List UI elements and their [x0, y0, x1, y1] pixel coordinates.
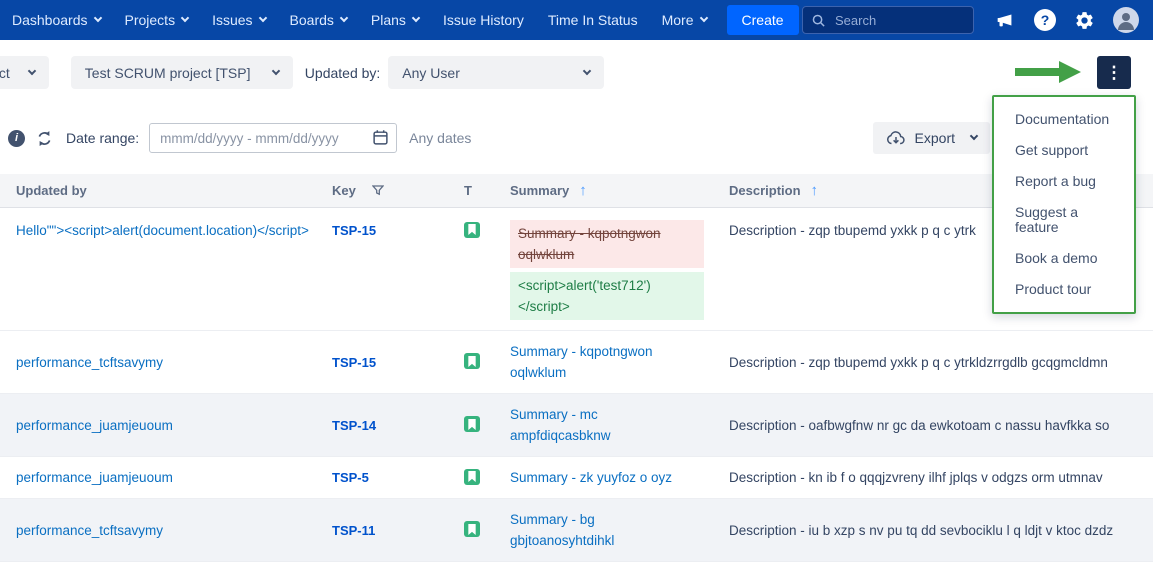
description-cell: Description - iu b xzp s nv pu tq dd sev…	[721, 499, 1153, 562]
search-icon	[811, 13, 826, 28]
date-range-field	[149, 123, 397, 153]
updated-by-link[interactable]: Hello""><script>alert(document.location)…	[16, 223, 309, 238]
story-type-icon	[464, 416, 480, 432]
menu-item[interactable]: Book a demo	[994, 243, 1134, 274]
date-range-label: Date range:	[66, 130, 139, 146]
nav-issues[interactable]: Issues	[200, 0, 277, 40]
calendar-icon[interactable]	[372, 129, 389, 151]
chevron-down-icon	[699, 14, 707, 22]
story-type-icon	[464, 222, 480, 238]
date-range-hint: Any dates	[409, 130, 471, 146]
annotation-arrow	[1015, 61, 1081, 83]
export-cloud-icon	[886, 130, 906, 146]
menu-item[interactable]: Product tour	[994, 274, 1134, 305]
header-type[interactable]: T	[456, 174, 502, 208]
help-icon[interactable]: ?	[1034, 9, 1056, 31]
issue-key-link[interactable]: TSP-5	[332, 470, 369, 485]
summary-added-text: <script>alert('test712') </script>	[510, 272, 704, 320]
chevron-down-icon	[93, 14, 101, 22]
issue-history-table: Updated by Key T Summary↑ Description↑ H…	[0, 174, 1153, 562]
menu-item[interactable]: Get support	[994, 135, 1134, 166]
table-row: performance_juamjeuoum TSP-5 Summary - z…	[0, 457, 1153, 499]
summary-link[interactable]: Summary - zk yuyfoz o oyz	[510, 467, 672, 488]
filter-funnel-icon[interactable]	[372, 185, 384, 196]
header-updated-by[interactable]: Updated by	[0, 174, 324, 208]
project-type-dropdown[interactable]: ject	[0, 56, 49, 89]
header-summary[interactable]: Summary↑	[502, 174, 721, 208]
chevron-down-icon	[340, 14, 348, 22]
chevron-down-icon	[583, 66, 591, 74]
nav-dashboards[interactable]: Dashboards	[0, 0, 113, 40]
sort-ascending-icon[interactable]: ↑	[579, 183, 587, 198]
issue-key-link[interactable]: TSP-15	[332, 355, 376, 370]
table-row: performance_tcftsavymy TSP-11 Summary - …	[0, 499, 1153, 562]
updated-by-dropdown[interactable]: Any User	[388, 56, 604, 89]
description-cell: Description - kn ib f o qqqjzvreny ilhf …	[721, 457, 1153, 499]
nav-time-in-status[interactable]: Time In Status	[536, 0, 650, 40]
updated-by-link[interactable]: performance_juamjeuoum	[16, 418, 173, 433]
story-type-icon	[464, 353, 480, 369]
navbar-icon-cluster: ?	[994, 7, 1139, 33]
megaphone-icon[interactable]	[994, 9, 1016, 31]
menu-item[interactable]: Suggest a feature	[994, 197, 1134, 243]
help-menu: DocumentationGet supportReport a bugSugg…	[992, 95, 1136, 314]
nav-issue-history[interactable]: Issue History	[431, 0, 536, 40]
issue-key-link[interactable]: TSP-11	[332, 523, 375, 538]
table-row: Hello""><script>alert(document.location)…	[0, 208, 1153, 331]
chevron-down-icon	[272, 66, 280, 74]
nav-boards[interactable]: Boards	[278, 0, 359, 40]
vertical-ellipsis-icon: ⋮	[1106, 63, 1123, 83]
issue-key-link[interactable]: TSP-14	[332, 418, 376, 433]
updated-by-label: Updated by:	[305, 65, 381, 81]
nav-projects[interactable]: Projects	[113, 0, 201, 40]
updated-by-link[interactable]: performance_tcftsavymy	[16, 355, 163, 370]
story-type-icon	[464, 521, 480, 537]
story-type-icon	[464, 469, 480, 485]
create-button[interactable]: Create	[727, 5, 799, 35]
avatar[interactable]	[1113, 7, 1139, 33]
table-row: performance_juamjeuoum TSP-14 Summary - …	[0, 394, 1153, 457]
summary-link[interactable]: Summary - bg gbjtoanosyhtdihkl	[510, 509, 690, 551]
table-row: performance_tcftsavymy TSP-15 Summary - …	[0, 331, 1153, 394]
chevron-down-icon	[28, 66, 36, 74]
summary-removed-text: Summary - kqpotngwon oqlwklum	[510, 220, 704, 268]
refresh-icon[interactable]	[36, 130, 53, 147]
menu-item[interactable]: Documentation	[994, 104, 1134, 135]
chevron-down-icon	[970, 132, 978, 140]
nav-plans[interactable]: Plans	[359, 0, 431, 40]
summary-link[interactable]: Summary - mc ampfdiqcasbknw	[510, 404, 690, 446]
chevron-down-icon	[181, 14, 189, 22]
global-search[interactable]	[802, 6, 974, 34]
summary-diff: Summary - kqpotngwon oqlwklum <script>al…	[510, 220, 704, 320]
chevron-down-icon	[258, 14, 266, 22]
search-input[interactable]	[833, 12, 965, 29]
sort-ascending-icon[interactable]: ↑	[811, 183, 819, 198]
info-icon[interactable]: i	[8, 130, 25, 147]
toolbar: i Date range: Any dates	[0, 122, 1153, 154]
updated-by-link[interactable]: performance_tcftsavymy	[16, 523, 163, 538]
top-navbar: Dashboards Projects Issues Boards Plans …	[0, 0, 1153, 40]
issue-table-body: Hello""><script>alert(document.location)…	[0, 208, 1153, 562]
filter-bar: ject Test SCRUM project [TSP] Updated by…	[0, 56, 1153, 89]
description-cell: Description - zqp tbupemd yxkk p q c ytr…	[721, 331, 1153, 394]
table-header-row: Updated by Key T Summary↑ Description↑	[0, 174, 1153, 208]
gear-icon[interactable]	[1074, 10, 1095, 31]
summary-link[interactable]: Summary - kqpotngwon oqlwklum	[510, 341, 690, 383]
export-button[interactable]: Export	[873, 122, 990, 154]
header-key[interactable]: Key	[324, 174, 456, 208]
date-range-input[interactable]	[149, 123, 397, 153]
updated-by-link[interactable]: performance_juamjeuoum	[16, 470, 173, 485]
issue-key-link[interactable]: TSP-15	[332, 223, 376, 238]
kebab-menu-button[interactable]: ⋮	[1097, 56, 1131, 89]
chevron-down-icon	[412, 14, 420, 22]
nav-more[interactable]: More	[650, 0, 719, 40]
description-cell: Description - oafbwgfnw nr gc da ewkotoa…	[721, 394, 1153, 457]
project-selector-dropdown[interactable]: Test SCRUM project [TSP]	[71, 56, 293, 89]
menu-item[interactable]: Report a bug	[994, 166, 1134, 197]
